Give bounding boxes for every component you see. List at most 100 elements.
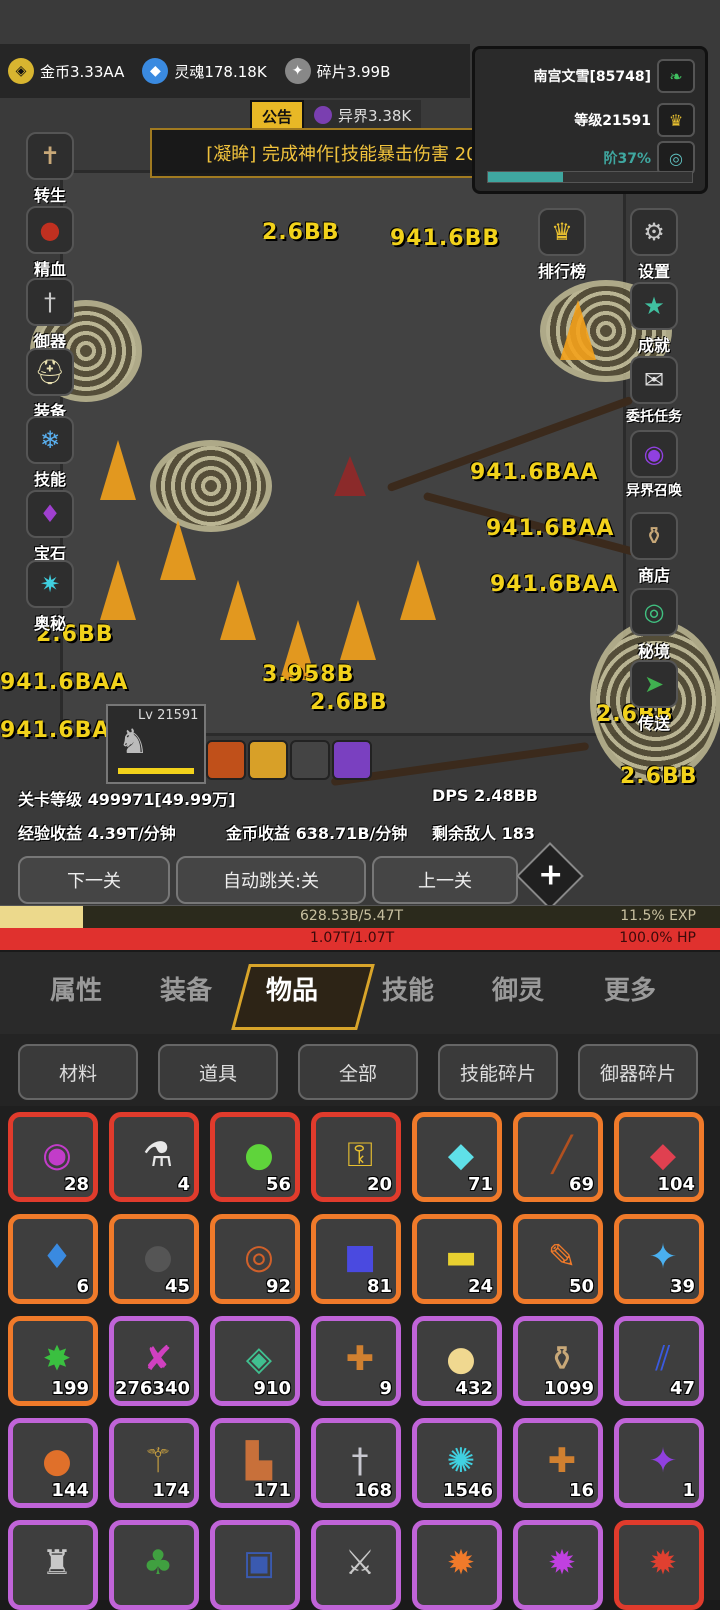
menu-teleport[interactable]: ➤ 传送: [622, 660, 686, 734]
menu-commission[interactable]: ✉ 委托任务: [622, 356, 686, 426]
inventory-slot[interactable]: ⚿ 20: [311, 1112, 401, 1202]
green-portal-icon: ◎: [630, 588, 678, 636]
inventory-slot[interactable]: ■ 81: [311, 1214, 401, 1304]
menu-equipment[interactable]: ⛑ 装备: [18, 348, 82, 422]
inventory-slot[interactable]: ● 45: [109, 1214, 199, 1304]
prev-stage-button[interactable]: 上一关: [372, 856, 518, 904]
inventory-slot[interactable]: ♜: [8, 1520, 98, 1610]
realm-currency[interactable]: 异界3.38K: [304, 100, 422, 130]
menu-shop[interactable]: ⚱ 商店: [622, 512, 686, 586]
tab-attributes[interactable]: 属性: [50, 970, 102, 1007]
item-count: 20: [366, 1174, 392, 1195]
inventory-slot[interactable]: ✚ 16: [513, 1418, 603, 1508]
scroll-icon: ✉: [630, 356, 678, 404]
inventory-slot[interactable]: ● 144: [8, 1418, 98, 1508]
exp-rate: 经验收益 4.39T/分钟: [18, 824, 176, 843]
menu-achievements[interactable]: ★ 成就: [622, 282, 686, 356]
battle-area[interactable]: 2.6BB 941.6BB 2.6BB 941.6BAA 941.6BAA 94…: [0, 0, 720, 920]
inventory-slot[interactable]: ✸ 199: [8, 1316, 98, 1406]
inventory-slot[interactable]: ✹: [513, 1520, 603, 1610]
menu-label: 异界召唤: [626, 483, 682, 499]
sword-icon: †: [26, 278, 74, 326]
inventory-slot[interactable]: ◎ 92: [210, 1214, 300, 1304]
item-count: 71: [467, 1174, 493, 1195]
dps-value: DPS 2.48BB: [432, 786, 538, 805]
enemy-level: Lv 21591: [138, 708, 199, 723]
menu-rebirth[interactable]: ✝ 转生: [18, 132, 82, 206]
enemy-hp-bar: [118, 768, 194, 774]
menu-settings[interactable]: ⚙ 设置: [622, 208, 686, 282]
filter-props[interactable]: 道具: [158, 1044, 278, 1100]
swirl-icon[interactable]: ◎: [657, 141, 695, 175]
shard-icon: ✦: [284, 58, 311, 84]
inventory-slot[interactable]: ⚱ 1099: [513, 1316, 603, 1406]
profile-level-row: 等级21591 ♛: [574, 103, 695, 137]
filter-all[interactable]: 全部: [298, 1044, 418, 1100]
menu-secret-realm[interactable]: ◎ 秘境: [622, 588, 686, 662]
item-count: 92: [265, 1276, 291, 1297]
inventory-slot[interactable]: ✎ 50: [513, 1214, 603, 1304]
inventory-slot[interactable]: ● 56: [210, 1112, 300, 1202]
inventory-slot[interactable]: ✦ 39: [614, 1214, 704, 1304]
fire-buff-icon: [206, 740, 246, 780]
inventory-slot[interactable]: ⚗ 4: [109, 1112, 199, 1202]
menu-label: 排行榜: [537, 262, 586, 281]
inventory-slot[interactable]: ⚚ 174: [109, 1418, 199, 1508]
inventory-slot[interactable]: ♦ 6: [8, 1214, 98, 1304]
inventory-slot[interactable]: ✚ 9: [311, 1316, 401, 1406]
inventory-slot[interactable]: ⫽ 47: [614, 1316, 704, 1406]
item-count: 50: [568, 1276, 594, 1297]
soul-amount: 灵魂178.18K: [174, 62, 267, 81]
inventory-slot[interactable]: ✹: [614, 1520, 704, 1610]
filter-artifact-shards[interactable]: 御器碎片: [578, 1044, 698, 1100]
menu-skill[interactable]: ❄ 技能: [18, 416, 82, 490]
inventory-slot[interactable]: ✦ 1: [614, 1418, 704, 1508]
menu-artifact[interactable]: † 御器: [18, 278, 82, 352]
tab-more[interactable]: 更多: [604, 970, 656, 1007]
soul-icon: ◆: [142, 58, 169, 84]
shard-amount: 碎片3.99B: [316, 62, 391, 81]
menu-gem[interactable]: ♦ 宝石: [18, 490, 82, 564]
filter-skill-shards[interactable]: 技能碎片: [438, 1044, 558, 1100]
hp-value: 1.07T/1.07T: [310, 930, 395, 946]
menu-summon[interactable]: ◉ 异界召唤: [622, 430, 686, 500]
next-stage-button[interactable]: 下一关: [18, 856, 170, 904]
void-buff-icon: [332, 740, 372, 780]
item-count: 199: [51, 1378, 89, 1399]
leaf-icon[interactable]: ❧: [657, 59, 695, 93]
menu-essence[interactable]: ● 精血: [18, 206, 82, 280]
inventory-slot[interactable]: ╱ 69: [513, 1112, 603, 1202]
inventory-slot[interactable]: ● 432: [412, 1316, 502, 1406]
tab-spirits[interactable]: 御灵: [492, 970, 544, 1007]
inventory-slot[interactable]: ⚔: [311, 1520, 401, 1610]
inventory-slot[interactable]: ▣: [210, 1520, 300, 1610]
crown-icon[interactable]: ♛: [657, 103, 695, 137]
inventory-slot[interactable]: ◆ 104: [614, 1112, 704, 1202]
flame-icon: ✹: [446, 1543, 476, 1583]
inventory-slot[interactable]: ◉ 28: [8, 1112, 98, 1202]
filter-materials[interactable]: 材料: [18, 1044, 138, 1100]
menu-mystery[interactable]: ✷ 奥秘: [18, 560, 82, 634]
inventory-slot[interactable]: ✹: [412, 1520, 502, 1610]
tab-skills[interactable]: 技能: [382, 970, 434, 1007]
damage-number: 2.6BB: [310, 690, 388, 715]
tab-items[interactable]: 物品: [266, 970, 318, 1007]
gold-amount: 金币3.33AA: [40, 62, 125, 81]
notice-tab[interactable]: 公告: [250, 100, 305, 130]
inventory-slot[interactable]: ✺ 1546: [412, 1418, 502, 1508]
inventory-slot[interactable]: ◆ 71: [412, 1112, 502, 1202]
expand-button[interactable]: +: [516, 842, 584, 910]
profile-progress-row: 阶37% ◎: [603, 141, 695, 175]
inventory-slot[interactable]: † 168: [311, 1418, 401, 1508]
tab-equipment[interactable]: 装备: [160, 970, 212, 1007]
auto-skip-toggle[interactable]: 自动跳关:关: [176, 856, 366, 904]
item-count: 171: [253, 1480, 291, 1501]
inventory-slot[interactable]: ▬ 24: [412, 1214, 502, 1304]
item-count: 24: [467, 1276, 493, 1297]
item-count: 39: [669, 1276, 695, 1297]
inventory-slot[interactable]: ✘ 276340: [109, 1316, 199, 1406]
inventory-slot[interactable]: ♣: [109, 1520, 199, 1610]
inventory-slot[interactable]: ◈ 910: [210, 1316, 300, 1406]
inventory-slot[interactable]: ▙ 171: [210, 1418, 300, 1508]
menu-leaderboard[interactable]: ♛ 排行榜: [530, 208, 594, 282]
